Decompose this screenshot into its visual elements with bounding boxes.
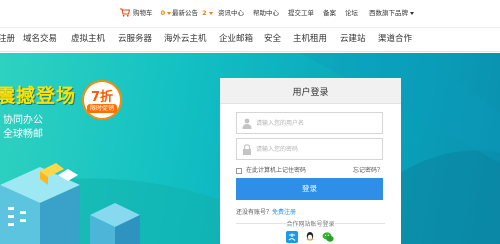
password-field[interactable] <box>236 138 383 160</box>
banner-subtitle-2: 全球畅邮 <box>3 129 43 140</box>
remember-label: 在此计算机上记住密码 <box>246 167 307 174</box>
cart-icon[interactable] <box>120 8 130 17</box>
banner-title: 震撼登场 <box>0 85 77 107</box>
qq-icon[interactable] <box>304 231 316 243</box>
promo-tag: 限时促销 <box>87 104 117 113</box>
banner-subtitle: 协同办公 <box>3 115 43 126</box>
nav-item-cloud-server[interactable]: 云服务器 <box>118 34 152 45</box>
alipay-icon[interactable] <box>286 231 298 243</box>
promo-discount: 7折 <box>90 90 114 105</box>
cart-count: 0 <box>160 9 166 17</box>
forgot-password-link[interactable]: 忘记密码？ <box>353 165 383 174</box>
remember-option[interactable]: 在此计算机上记住密码 <box>236 165 306 174</box>
login-button[interactable]: 登录 <box>236 178 383 200</box>
nav-item-virtual-host[interactable]: 虚拟主机 <box>71 34 105 45</box>
announce-count: 2 <box>202 9 207 17</box>
nav-item-domain-trade[interactable]: 域名交易 <box>23 34 57 45</box>
topbar-forum-link[interactable]: 论坛 <box>345 9 358 18</box>
wechat-icon[interactable] <box>322 231 334 243</box>
login-panel: 用户登录 在此计算机上记住密码 忘记密码？ 登录 还没有账号？免费注册 合作网站… <box>220 78 401 244</box>
cart-label: 购物车 <box>133 9 153 17</box>
register-link[interactable]: 免费注册 <box>272 209 296 216</box>
chevron-down-icon <box>208 11 213 15</box>
top-utility-bar: 购物车 0 最新公告 2 资讯中心 帮助中心 提交工单 备案 论坛 西数旗下品牌 <box>0 0 500 28</box>
brand-menu[interactable]: 西数旗下品牌 <box>369 9 414 18</box>
register-prefix: 还没有账号？ <box>236 209 273 216</box>
nav-item-register[interactable]: 注册 <box>0 34 15 45</box>
promo-badge: 7折 限时促销 <box>82 80 122 120</box>
topbar-news-link[interactable]: 资讯中心 <box>218 9 244 18</box>
password-input[interactable] <box>256 143 380 156</box>
remember-checkbox[interactable] <box>236 167 242 174</box>
username-input[interactable] <box>256 117 380 130</box>
login-title: 用户登录 <box>292 88 329 98</box>
isometric-building-illustration <box>0 163 140 244</box>
main-nav: 注册 域名交易 虚拟主机 云服务器 海外云主机 企业邮箱 安全 主机租用 云建站… <box>0 28 500 52</box>
announce-link[interactable]: 最新公告 2 <box>172 9 213 18</box>
nav-item-enterprise-mail[interactable]: 企业邮箱 <box>219 34 253 45</box>
nav-item-overseas-cloud[interactable]: 海外云主机 <box>164 34 207 45</box>
nav-item-host-rental[interactable]: 主机租用 <box>293 34 327 45</box>
topbar-help-link[interactable]: 帮助中心 <box>253 9 279 18</box>
nav-item-channel-partner[interactable]: 渠道合作 <box>378 34 412 45</box>
nav-item-security[interactable]: 安全 <box>264 34 281 45</box>
announce-label: 最新公告 <box>172 9 198 17</box>
chevron-down-icon <box>410 11 414 15</box>
cart-link[interactable]: 购物车 0 <box>133 9 172 18</box>
brand-label: 西数旗下品牌 <box>369 9 408 17</box>
topbar-ticket-link[interactable]: 提交工单 <box>288 9 314 18</box>
user-icon <box>242 118 252 129</box>
lock-icon <box>243 144 251 155</box>
login-header: 用户登录 <box>220 78 401 104</box>
register-prompt: 还没有账号？免费注册 <box>236 207 296 216</box>
topbar-icp-link[interactable]: 备案 <box>323 9 336 18</box>
username-field[interactable] <box>236 112 383 134</box>
chevron-down-icon <box>167 11 172 15</box>
nav-item-site-builder[interactable]: 云建站 <box>340 34 366 45</box>
divider <box>335 223 385 224</box>
